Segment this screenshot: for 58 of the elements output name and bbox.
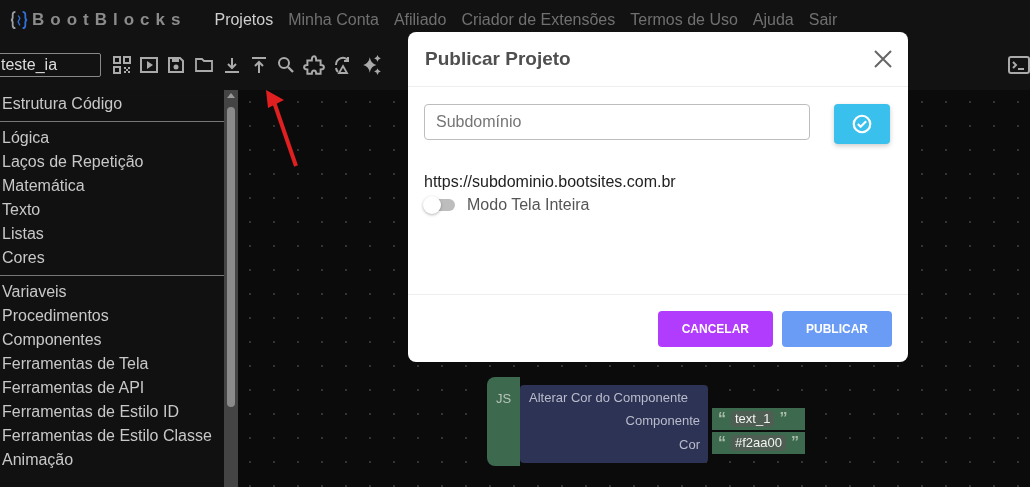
category-item[interactable]: Estrutura Código xyxy=(0,92,224,116)
logo-text[interactable]: BootBlocks xyxy=(32,10,187,30)
search-icon[interactable] xyxy=(276,55,296,75)
quote-mark: “ xyxy=(718,410,726,428)
input-label: Cor xyxy=(679,436,700,452)
block-label: JS xyxy=(496,391,512,406)
category-item[interactable]: Ferramentas de Estilo Classe xyxy=(0,424,224,448)
block-title: Alterar Cor do Componente xyxy=(529,389,689,407)
quote-mark: “ xyxy=(718,434,726,452)
category-item[interactable]: Cores xyxy=(0,246,224,270)
check-button[interactable] xyxy=(834,104,890,144)
check-circle-icon xyxy=(851,113,873,135)
folder-icon[interactable] xyxy=(193,55,215,75)
puzzle-icon[interactable] xyxy=(303,54,325,76)
save-icon[interactable] xyxy=(166,55,186,75)
toggle-label: Modo Tela Inteira xyxy=(467,196,590,214)
category-item[interactable]: Procedimentos xyxy=(0,304,224,328)
hat-block[interactable]: JS xyxy=(487,377,520,466)
url-text: https://subdominio.bootsites.com.br xyxy=(424,173,677,191)
nav-link[interactable]: Afiliado xyxy=(393,11,447,29)
toggle-switch[interactable] xyxy=(424,199,455,211)
scrollbar[interactable] xyxy=(224,90,238,487)
text-value-field[interactable]: #f2aa00 xyxy=(731,435,786,451)
quote-mark: ” xyxy=(791,434,799,452)
upload-icon[interactable] xyxy=(249,55,269,75)
text-value-field[interactable]: text_1 xyxy=(731,411,775,427)
category-item[interactable]: Ferramentas de API xyxy=(0,376,224,400)
category-item[interactable]: Matemática xyxy=(0,174,224,198)
category-item[interactable]: Lógica xyxy=(0,126,224,150)
statement-block[interactable]: Alterar Cor do Componente Componente Cor xyxy=(520,385,708,463)
subdomain-field[interactable]: Subdomínio xyxy=(424,104,810,140)
nav-link[interactable]: Minha Conta xyxy=(288,11,379,29)
nav-link[interactable]: Projetos xyxy=(214,11,274,29)
text-block[interactable]: “ #f2aa00 ” xyxy=(712,432,805,454)
download-icon[interactable] xyxy=(222,55,242,75)
dialog-title: Publicar Projeto xyxy=(425,48,571,70)
category-item[interactable]: Texto xyxy=(0,198,224,222)
nav-link[interactable]: Criador de Extensões xyxy=(461,11,616,29)
cancel-button[interactable]: CANCELAR xyxy=(657,310,773,347)
close-icon[interactable] xyxy=(873,49,893,69)
category-item[interactable]: Listas xyxy=(0,222,224,246)
nav-link[interactable]: Sair xyxy=(808,11,838,29)
text-block[interactable]: “ text_1 ” xyxy=(712,408,805,430)
logo-icon xyxy=(10,10,28,30)
nav-link[interactable]: Ajuda xyxy=(752,11,794,29)
category-item[interactable]: Ferramentas de Tela xyxy=(0,352,224,376)
nav-link[interactable]: Termos de Uso xyxy=(630,11,738,29)
terminal-icon[interactable] xyxy=(1008,56,1030,74)
category-item[interactable]: Variaveis xyxy=(0,280,224,304)
category-item[interactable]: Ferramentas de Estilo ID xyxy=(0,400,224,424)
quote-mark: ” xyxy=(779,410,788,428)
category-item[interactable]: Componentes xyxy=(0,328,224,352)
play-icon[interactable] xyxy=(139,55,159,75)
project-name-field[interactable]: teste_ia xyxy=(0,53,101,77)
category-item[interactable]: Animação xyxy=(0,448,224,472)
qr-code-icon[interactable] xyxy=(112,55,132,75)
category-item[interactable]: Laços de Repetição xyxy=(0,150,224,174)
input-label: Componente xyxy=(625,412,700,428)
